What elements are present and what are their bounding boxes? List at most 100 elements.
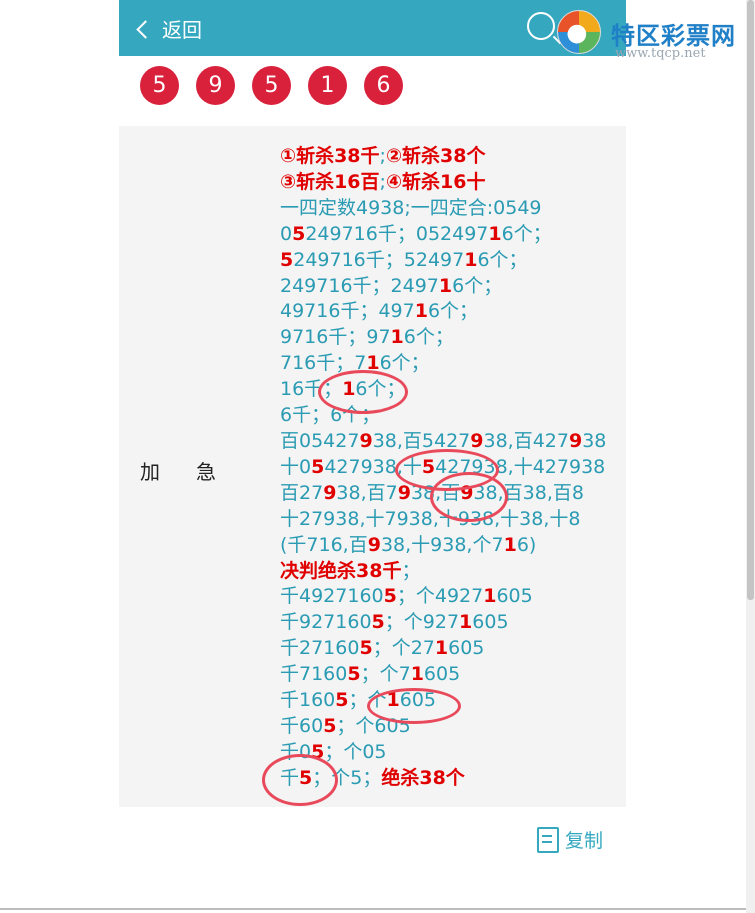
prediction-line: 49716千；49716个； — [280, 299, 620, 325]
prediction-segment: 百05427 — [280, 429, 360, 452]
prediction-line: 5249716千；5249716个； — [280, 248, 620, 274]
prediction-segment: 5 — [371, 611, 385, 634]
prediction-segment: 1 — [483, 585, 497, 608]
prediction-segment: (千716,百 — [280, 533, 368, 556]
prediction-segment: 38,百427 — [483, 429, 569, 452]
prediction-line: 千9271605；个9271605 — [280, 610, 620, 636]
prediction-segment: 249716千；52497 — [293, 248, 465, 271]
prediction-segment: ；个4927 — [396, 585, 484, 608]
prediction-line: 千05；个05 — [280, 740, 620, 766]
prediction-segment: ②斩杀38个 — [385, 145, 486, 167]
prediction-segment: 1 — [410, 663, 424, 686]
prediction-segment: 6) — [516, 533, 537, 556]
prediction-line: (千716,百938,十938,个716) — [280, 533, 620, 559]
logo-icon — [557, 10, 601, 54]
prediction-segment: 5 — [292, 222, 306, 245]
prediction-segment: 5 — [311, 455, 325, 478]
prediction-segment: 5 — [323, 714, 337, 737]
copy-icon — [537, 826, 559, 853]
prediction-segment: 6个； — [427, 300, 479, 323]
chevron-left-icon — [136, 19, 155, 39]
back-label: 返回 — [162, 17, 202, 42]
annotation-circle — [262, 754, 338, 806]
prediction-segment: 9 — [323, 481, 337, 504]
number-ball: 6 — [364, 66, 403, 105]
logo-url: www.tqcp.net — [615, 46, 706, 61]
prediction-segment: 1 — [464, 248, 478, 271]
prediction-segment: 6个； — [379, 352, 430, 375]
prediction-line: 千605；个605 — [280, 714, 620, 740]
prediction-segment: ； — [401, 559, 421, 582]
number-ball: 5 — [140, 66, 179, 105]
prediction-segment: 605 — [472, 611, 509, 634]
prediction-segment: 十27938,十7938,十938,十38,十8 — [280, 507, 581, 530]
prediction-line: 716千；716个； — [280, 351, 620, 377]
prediction-segment: ①斩杀38千 — [280, 145, 380, 167]
prediction-segment: 5 — [335, 689, 349, 712]
prediction-segment: 千60 — [280, 714, 324, 737]
divider — [0, 908, 746, 910]
prediction-segment: 绝杀38个 — [381, 766, 465, 789]
copy-label: 复制 — [565, 830, 604, 852]
prediction-segment: 6个； — [403, 326, 454, 349]
prediction-segment: 1 — [390, 326, 404, 349]
prediction-segment: 千927160 — [280, 611, 372, 634]
prediction-segment: 49716千；497 — [280, 300, 415, 323]
prediction-segment: 1 — [459, 611, 473, 634]
top-bar: 返回 — [119, 0, 626, 56]
prediction-line: 千49271605；个49271605 — [280, 584, 620, 610]
prediction-line: 千271605；个271605 — [280, 636, 620, 662]
prediction-segment: 38,百7 — [336, 481, 398, 504]
scrollbar-thumb[interactable] — [747, 0, 754, 600]
search-icon[interactable] — [527, 12, 555, 40]
annotation-circle — [430, 472, 508, 522]
prediction-line: 249716千；249716个； — [280, 274, 620, 300]
prediction-segment: 1 — [503, 533, 517, 556]
prediction-segment: ；个05 — [324, 740, 387, 763]
prediction-segment: 6个； — [501, 222, 552, 245]
prediction-segment: 6个； — [477, 248, 528, 271]
prediction-segment: 6个； — [452, 274, 503, 297]
prediction-segment: 605 — [448, 637, 485, 660]
back-button[interactable]: 返回 — [136, 14, 202, 42]
annotation-circle — [318, 370, 408, 414]
prediction-segment: 千27160 — [280, 637, 360, 660]
number-ball: 9 — [196, 66, 235, 105]
prediction-segment: 38,十938,个7 — [380, 533, 504, 556]
prediction-segment: 0 — [280, 222, 293, 245]
prediction-segment: 605 — [423, 663, 461, 686]
prediction-segment: 9 — [397, 481, 411, 504]
prediction-segment: 1 — [438, 274, 453, 297]
prediction-segment: 千7160 — [280, 663, 348, 686]
number-balls: 5 9 5 1 6 — [140, 66, 403, 105]
prediction-segment: 百27 — [280, 481, 324, 504]
prediction-segment: 5 — [280, 248, 294, 271]
prediction-segment: 605 — [496, 585, 533, 608]
prediction-segment: 249716千；052497 — [305, 222, 489, 245]
prediction-segment: ④斩杀16十 — [385, 170, 486, 193]
prediction-line: ③斩杀16百;④斩杀16十 — [280, 170, 620, 196]
prediction-line: ①斩杀38千;②斩杀38个 — [280, 144, 620, 170]
prediction-segment: 5 — [359, 637, 373, 660]
prediction-segment: 5 — [383, 585, 397, 608]
prediction-line: 一四定数4938;一四定合:0549 — [280, 196, 620, 222]
prediction-segment: 5 — [347, 663, 361, 686]
copy-button[interactable]: 复制 — [537, 826, 603, 853]
prediction-line: 决判绝杀38千； — [280, 559, 620, 585]
prediction-line: 05249716千；05249716个； — [280, 222, 620, 248]
prediction-segment: ③斩杀16百 — [280, 170, 380, 193]
prediction-segment: 十0 — [280, 455, 312, 478]
category-label: 加急 — [140, 460, 252, 484]
scrollbar[interactable] — [746, 0, 755, 913]
site-logo: 特区彩票网 www.tqcp.net — [553, 6, 753, 66]
prediction-segment: 决判绝杀38千 — [280, 559, 402, 582]
prediction-segment: 1 — [414, 300, 428, 323]
prediction-segment: 9 — [568, 429, 583, 452]
prediction-segment: 9716千；97 — [280, 326, 391, 349]
prediction-segment: 千160 — [280, 689, 336, 712]
prediction-segment: 9 — [470, 429, 484, 452]
prediction-segment: ；个7 — [360, 663, 411, 686]
prediction-segment: 9 — [359, 429, 373, 452]
prediction-segment: 1 — [488, 222, 502, 245]
prediction-segment: ；个927 — [384, 611, 460, 634]
